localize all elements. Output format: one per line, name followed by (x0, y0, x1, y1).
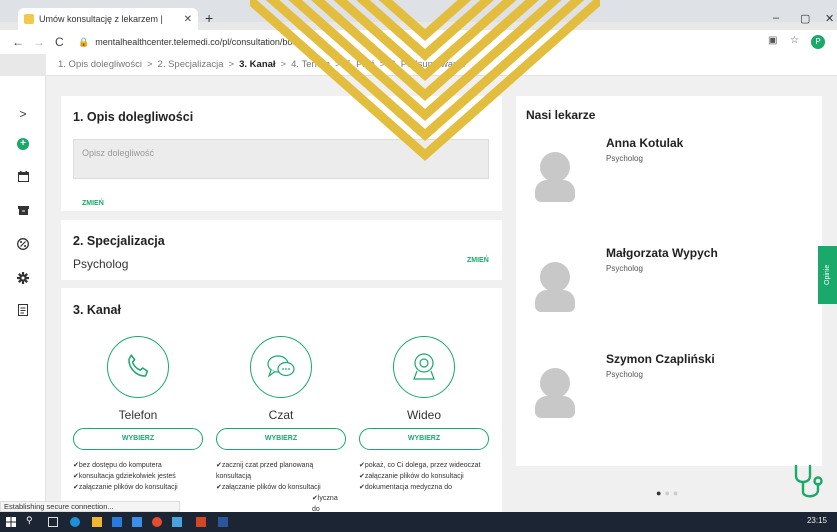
breadcrumb-separator: > (228, 59, 235, 70)
profile-avatar[interactable]: P (811, 35, 825, 49)
tab-title: Umów konsultację z lekarzem | (39, 14, 163, 24)
doctor-role: Psycholog (606, 154, 643, 163)
feedback-tab[interactable]: Opinie (818, 246, 837, 304)
avatar-body (535, 396, 575, 418)
stethoscope-icon[interactable] (788, 462, 828, 502)
mail-icon[interactable] (132, 517, 142, 527)
list-item: bez dostępu do komputera (73, 460, 203, 471)
webcam-icon[interactable] (393, 336, 455, 398)
reload-button[interactable]: C (55, 35, 64, 49)
channel-chat: Czat WYBIERZ zacznij czat przed planowan… (216, 336, 346, 515)
channel-phone: Telefon WYBIERZ bez dostępu do komputera… (73, 336, 203, 493)
windows-start-icon[interactable] (6, 517, 16, 527)
channel-label: Telefon (118, 408, 158, 422)
doctor-name: Szymon Czapliński (606, 352, 715, 366)
avatar-body (535, 290, 575, 312)
channel-video: Wideo WYBIERZ pokaż, co Ci dolega, przez… (359, 336, 489, 493)
breadcrumb-step-2[interactable]: 2. Specjalizacja (158, 59, 224, 70)
list-item: załączanie plików do konsultacji (359, 471, 489, 482)
select-phone-button[interactable]: WYBIERZ (73, 428, 203, 450)
list-item: dokumentacja medyczna do (359, 482, 489, 493)
avatar-body (535, 180, 575, 202)
section-title: 1. Opis dolegliwości (73, 110, 194, 124)
search-icon[interactable]: ⚲ (26, 515, 36, 525)
doctor-name: Małgorzata Wypych (606, 246, 718, 260)
section-title: 3. Kanał (73, 303, 121, 317)
file-explorer-icon[interactable] (92, 517, 102, 527)
sidebar-item-documents[interactable] (0, 300, 46, 320)
chrome-icon[interactable] (152, 517, 162, 527)
change-specialization-link[interactable]: ZMIEŃ (467, 257, 489, 264)
document-icon (18, 304, 28, 316)
favicon-icon (24, 14, 34, 24)
back-button[interactable]: ← (12, 35, 24, 49)
powerpoint-icon[interactable] (196, 517, 206, 527)
sidebar-item-archive[interactable] (0, 200, 46, 220)
feature-list: zacznij czat przed planowaną konsultacją… (216, 460, 346, 515)
breadcrumb-separator: > (146, 59, 153, 70)
list-item: konsultacja gdziekolwiek jesteś (73, 471, 203, 482)
section-title: 2. Specjalizacja (73, 234, 165, 248)
doctor-name: Anna Kotulak (606, 136, 684, 150)
sidebar-item-settings[interactable] (0, 268, 46, 288)
word-icon[interactable] (218, 517, 228, 527)
doctor-role: Psycholog (606, 370, 643, 379)
new-tab-button[interactable]: + (205, 10, 213, 26)
doctor-card[interactable]: Małgorzata Wypych Psycholog (516, 246, 822, 326)
add-circle-icon: + (17, 138, 29, 150)
store-icon[interactable] (112, 517, 122, 527)
channel-label: Czat (268, 408, 294, 422)
lock-icon: 🔒 (78, 36, 90, 47)
calendar-icon (17, 170, 29, 182)
doctor-card[interactable]: Szymon Czapliński Psycholog (516, 352, 822, 432)
status-bar: Establishing secure connection... (0, 501, 180, 512)
breadcrumb-step-1[interactable]: 1. Opis dolegliwości (58, 59, 142, 70)
maximize-button[interactable]: ▢ (800, 12, 810, 25)
feature-list: bez dostępu do komputera konsultacja gdz… (73, 460, 203, 493)
gear-icon (17, 272, 29, 284)
specialization-value: Psycholog (73, 257, 129, 271)
minimize-button[interactable]: – (773, 12, 779, 24)
list-item: załączanie plików do konsultacji (73, 482, 203, 493)
doctor-role: Psycholog (606, 264, 643, 273)
edge-icon[interactable] (70, 517, 80, 527)
list-item: zacznij czat przed planowaną konsultacją (216, 460, 346, 482)
change-description-link[interactable]: ZMIEŃ (82, 200, 104, 207)
feature-list: pokaż, co Ci dolega, przez wideoczat zał… (359, 460, 489, 493)
sidebar-item-new-consultation[interactable]: + (0, 134, 46, 154)
forward-button[interactable]: → (33, 35, 45, 49)
os-taskbar: ⚲ 23:15 (0, 512, 837, 532)
select-chat-button[interactable]: WYBIERZ (216, 428, 346, 450)
avatar (540, 262, 570, 292)
close-window-button[interactable]: ✕ (825, 12, 834, 25)
list-item: pokaż, co Ci dolega, przez wideoczat (359, 460, 489, 471)
chat-bubbles-icon[interactable] (250, 336, 312, 398)
channel-label: Wideo (406, 408, 441, 422)
chevron-right-icon: > (19, 107, 27, 121)
avatar (540, 368, 570, 398)
list-item: załączanie plików do konsultacji (216, 482, 346, 493)
system-clock[interactable]: 23:15 (807, 516, 827, 525)
percent-icon (17, 238, 29, 250)
sidebar-expand-button[interactable]: > (0, 104, 46, 124)
app-icon[interactable] (172, 517, 182, 527)
section-channel: 3. Kanał Telefon WYBIERZ bez dostępu do … (61, 288, 502, 515)
chevron-overlay-graphic (250, 0, 600, 162)
carousel-dots[interactable]: ●●● (656, 488, 681, 498)
tab-close-button[interactable]: ✕ (184, 14, 192, 25)
phone-icon[interactable] (107, 336, 169, 398)
select-video-button[interactable]: WYBIERZ (359, 428, 489, 450)
sidebar: > + (0, 76, 46, 512)
screen: Umów konsultację z lekarzem | ✕ + – ▢ ✕ … (0, 0, 837, 532)
browser-tab[interactable]: Umów konsultację z lekarzem | ✕ (18, 8, 198, 30)
sidebar-item-discounts[interactable] (0, 234, 46, 254)
archive-icon (17, 205, 29, 215)
translate-icon[interactable]: ▣ (768, 35, 777, 46)
section-specialization: 2. Specjalizacja Psycholog ZMIEŃ (61, 220, 502, 280)
task-view-icon[interactable] (48, 517, 58, 527)
bookmark-star-icon[interactable]: ☆ (790, 35, 799, 46)
sidebar-item-calendar[interactable] (0, 166, 46, 186)
